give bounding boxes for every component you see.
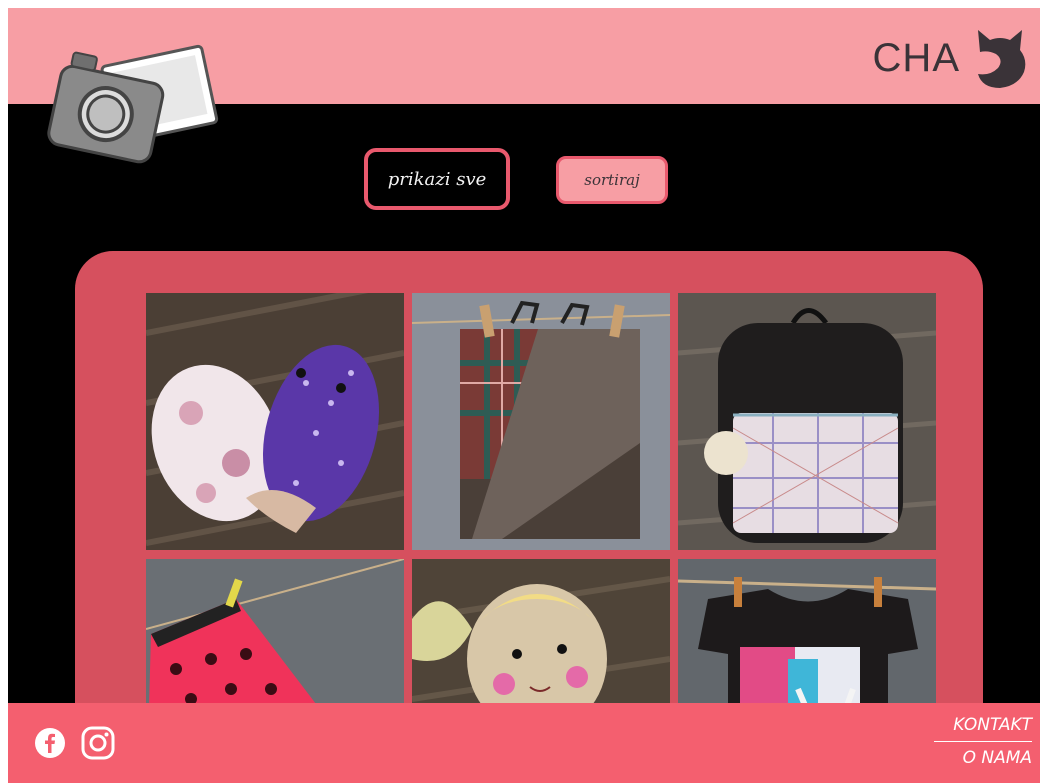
sort-button[interactable]: sortiraj <box>556 156 668 204</box>
social-links <box>34 725 116 761</box>
gallery-item[interactable] <box>146 293 404 550</box>
plush-cats-photo <box>146 293 404 550</box>
page-frame: CHA prikazi sve sortiraj KONTAKT O NAMA <box>8 8 1040 783</box>
plaid-bag-photo <box>412 293 670 550</box>
camera-photo-icon[interactable] <box>36 32 226 172</box>
footer-nav: KONTAKT O NAMA <box>928 711 1032 772</box>
black-backpack-photo <box>678 293 936 550</box>
contact-link[interactable]: KONTAKT <box>928 711 1032 739</box>
site-footer: KONTAKT O NAMA <box>8 703 1040 783</box>
brand[interactable]: CHA <box>873 26 1030 90</box>
brand-name: CHA <box>872 35 960 80</box>
footer-divider <box>934 741 1032 742</box>
instagram-icon[interactable] <box>80 725 116 761</box>
gallery-item[interactable] <box>678 293 936 550</box>
gallery-item[interactable] <box>412 293 670 550</box>
about-link[interactable]: O NAMA <box>928 744 1032 772</box>
cat-head-icon <box>978 30 1026 88</box>
show-all-button[interactable]: prikazi sve <box>364 148 510 210</box>
facebook-icon[interactable] <box>34 727 66 759</box>
